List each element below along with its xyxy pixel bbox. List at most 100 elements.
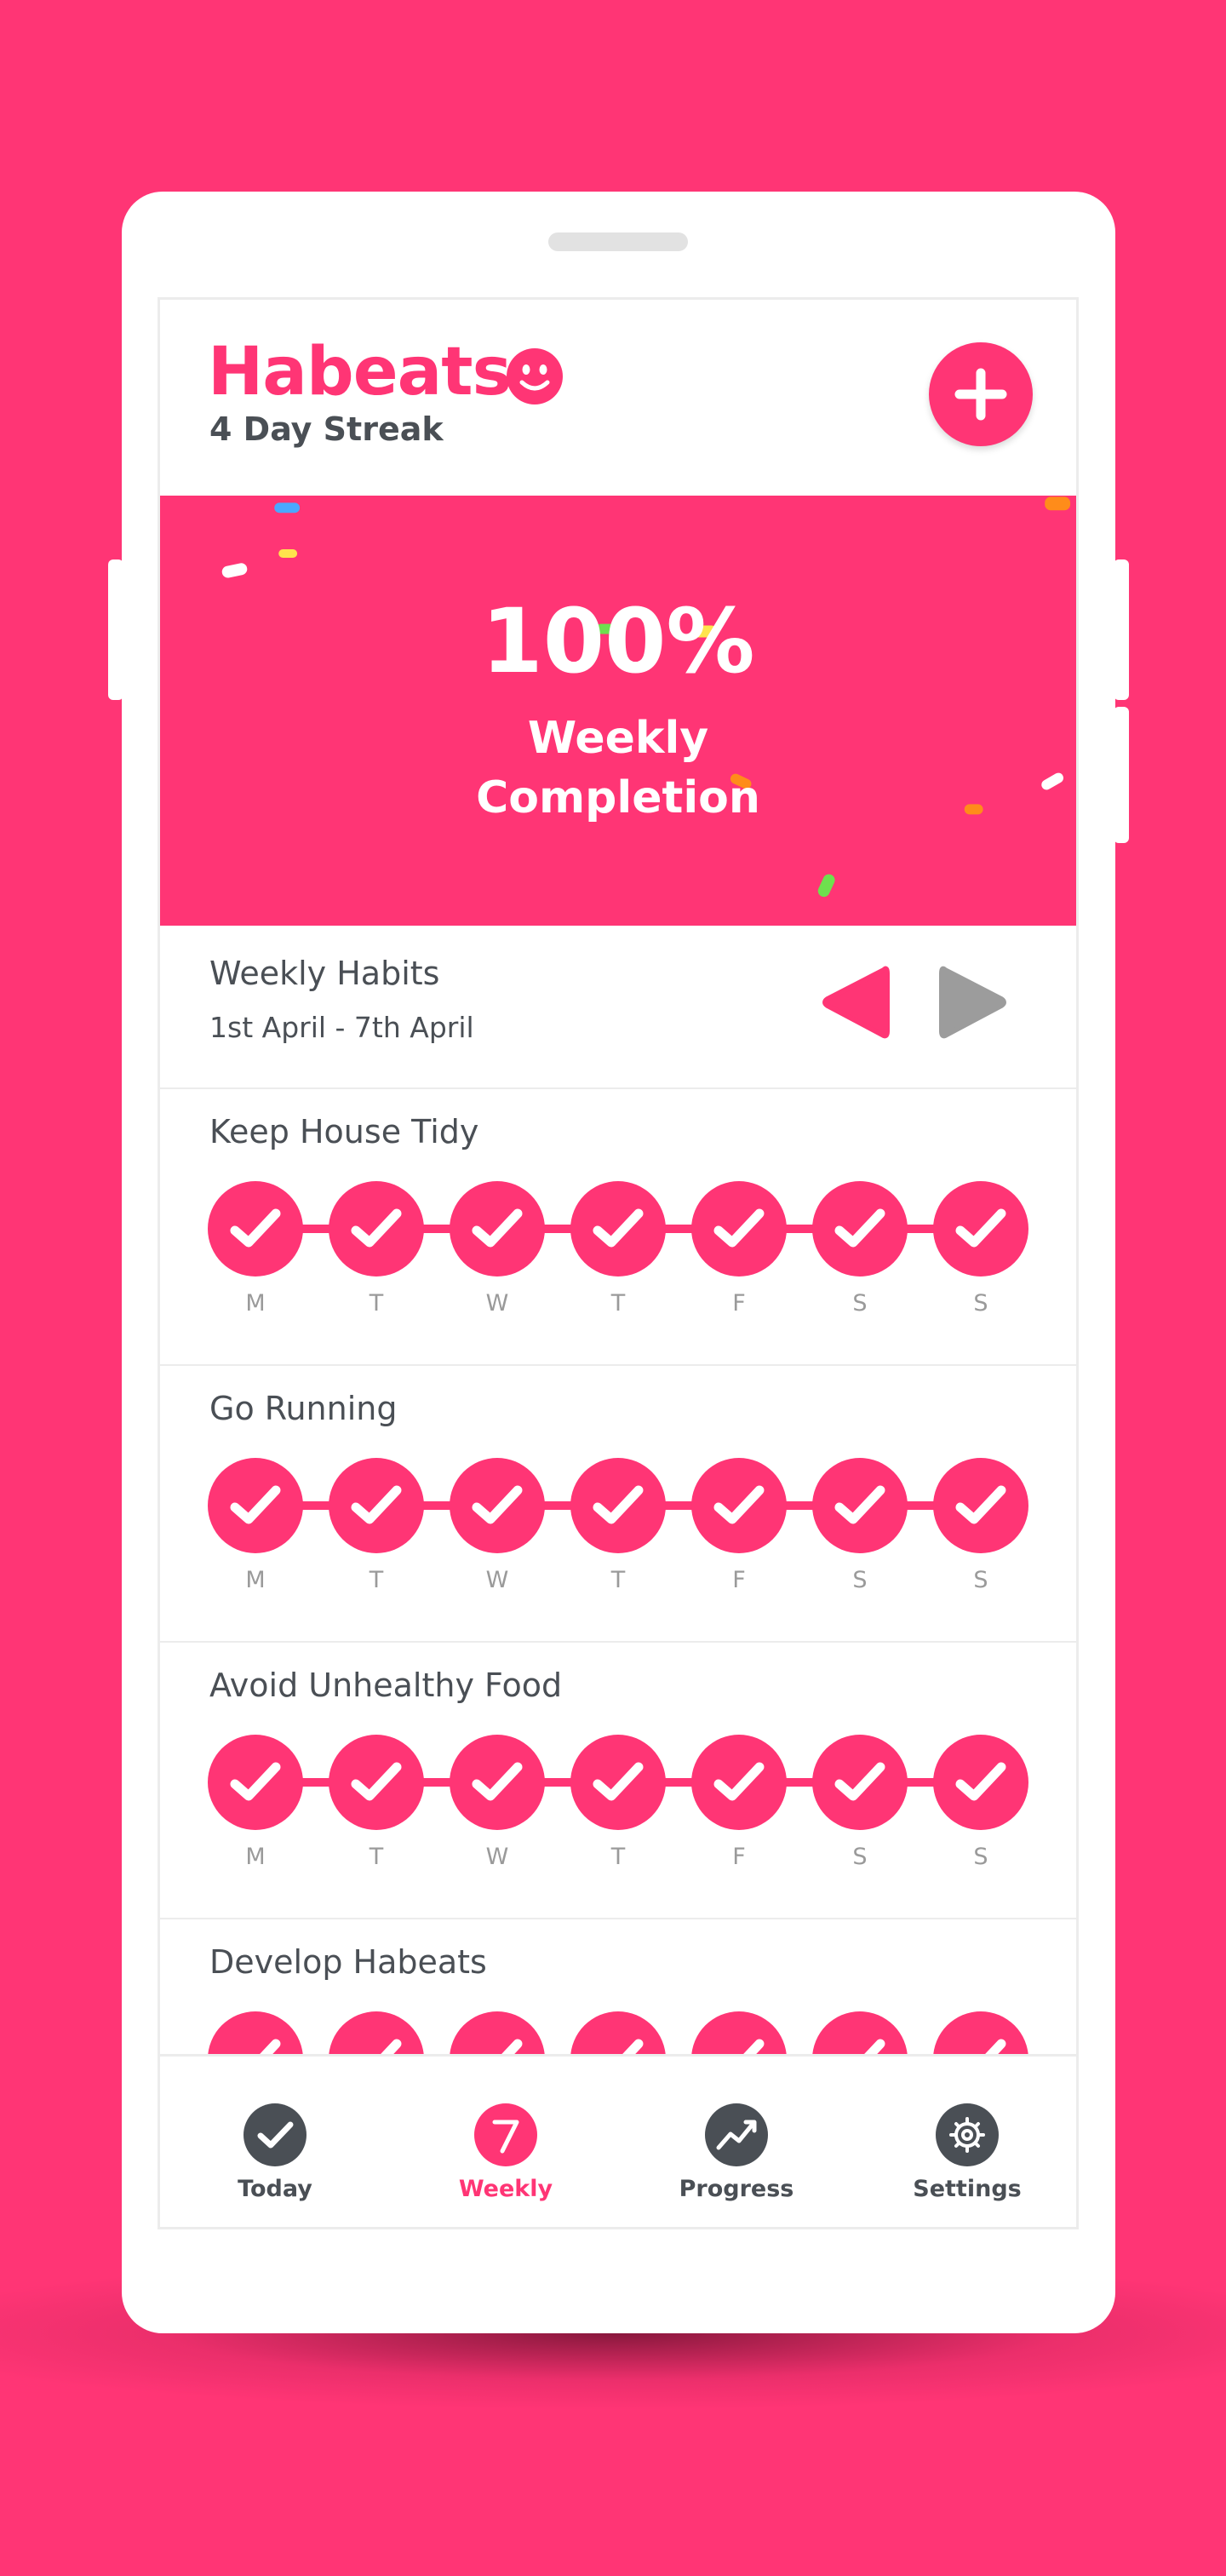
tab-progress[interactable]: Progress xyxy=(622,2057,851,2227)
day-label: S xyxy=(852,1290,868,1317)
app-logo: Habeats xyxy=(208,334,512,410)
completion-banner: 100% Weekly Completion xyxy=(160,496,1076,926)
day-label: T xyxy=(369,1290,384,1317)
day-label: S xyxy=(973,1567,988,1593)
day-label: W xyxy=(485,1844,509,1870)
habit-row: Keep House Tidy M T W T F S S xyxy=(160,1087,1076,1366)
check-icon xyxy=(713,1208,765,1248)
day-checkbox[interactable] xyxy=(933,1735,1028,1830)
day-checkbox[interactable] xyxy=(691,1735,787,1830)
check-icon xyxy=(593,1208,644,1248)
check-icon xyxy=(834,1208,885,1248)
day-label: W xyxy=(485,1290,509,1317)
check-icon xyxy=(955,1485,1006,1524)
day-label: T xyxy=(610,1567,626,1593)
day-checkbox[interactable] xyxy=(691,1181,787,1277)
day-label: M xyxy=(245,1844,266,1870)
completion-caption-line1: Weekly xyxy=(527,713,709,764)
day-label: S xyxy=(852,1567,868,1593)
week-title: Weekly Habits xyxy=(209,955,440,992)
week-navigation: Weekly Habits 1st April - 7th April xyxy=(160,926,1076,1089)
day-label: F xyxy=(732,1567,746,1593)
check-icon xyxy=(472,1208,523,1248)
day-checkbox[interactable] xyxy=(570,1181,666,1277)
phone-side-button-right-top xyxy=(1114,559,1129,700)
check-icon xyxy=(593,1762,644,1801)
tab-weekly[interactable]: Weekly xyxy=(391,2057,621,2227)
habit-row: Avoid Unhealthy Food M T W T F S S xyxy=(160,1641,1076,1919)
day-checkbox[interactable] xyxy=(450,1181,545,1277)
tab-label-weekly: Weekly xyxy=(458,2176,553,2202)
day-label: M xyxy=(245,1567,266,1593)
check-icon xyxy=(230,1485,281,1524)
check-icon xyxy=(955,1208,1006,1248)
day-checkbox[interactable] xyxy=(329,1735,424,1830)
check-icon xyxy=(243,2103,306,2166)
habit-name: Avoid Unhealthy Food xyxy=(209,1667,563,1704)
add-habit-button[interactable] xyxy=(929,342,1033,446)
day-checkbox[interactable] xyxy=(329,1458,424,1553)
day-label: T xyxy=(369,1567,384,1593)
trend-icon xyxy=(705,2103,768,2166)
phone-side-button-right-bottom xyxy=(1114,707,1129,843)
day-label: F xyxy=(732,1844,746,1870)
check-icon xyxy=(713,1762,765,1801)
day-checkbox[interactable] xyxy=(812,1735,908,1830)
check-icon xyxy=(834,1485,885,1524)
day-checkbox[interactable] xyxy=(570,1735,666,1830)
habit-name: Keep House Tidy xyxy=(209,1113,479,1150)
day-label: S xyxy=(852,1844,868,1870)
day-checkbox[interactable] xyxy=(812,1181,908,1277)
tab-today[interactable]: Today xyxy=(160,2057,390,2227)
habit-name: Develop Habeats xyxy=(209,1943,487,1981)
completion-percent: 100% xyxy=(481,589,755,693)
previous-week-arrow-icon[interactable] xyxy=(817,960,894,1045)
day-checkbox[interactable] xyxy=(208,1458,303,1553)
next-week-arrow-icon[interactable] xyxy=(935,960,1011,1045)
completion-caption: Weekly Completion xyxy=(160,709,1076,828)
app-screen: Habeats 4 Day Streak 100% Weekly Complet… xyxy=(158,297,1079,2229)
day-checkbox[interactable] xyxy=(933,1458,1028,1553)
app-header: Habeats 4 Day Streak xyxy=(160,300,1076,496)
day-checkbox[interactable] xyxy=(933,1181,1028,1277)
gear-icon xyxy=(936,2103,999,2166)
tab-label-progress: Progress xyxy=(679,2176,794,2202)
bottom-tab-bar: Today Weekly Progress Settings xyxy=(160,2054,1076,2227)
check-icon xyxy=(230,1208,281,1248)
check-icon xyxy=(351,1762,402,1801)
day-checkbox[interactable] xyxy=(450,1735,545,1830)
phone-speaker xyxy=(548,232,688,251)
plus-icon xyxy=(954,368,1007,421)
habit-row: Go Running M T W T F S S xyxy=(160,1364,1076,1643)
day-checkbox[interactable] xyxy=(208,1181,303,1277)
tab-settings[interactable]: Settings xyxy=(852,2057,1076,2227)
check-icon xyxy=(593,1485,644,1524)
day-label: T xyxy=(610,1290,626,1317)
day-checkbox[interactable] xyxy=(208,1735,303,1830)
check-icon xyxy=(472,1485,523,1524)
completion-caption-line2: Completion xyxy=(476,772,760,823)
day-label: S xyxy=(973,1844,988,1870)
check-icon xyxy=(230,1762,281,1801)
check-icon xyxy=(955,1762,1006,1801)
day-label: M xyxy=(245,1290,266,1317)
tab-label-settings: Settings xyxy=(913,2176,1022,2202)
day-label: S xyxy=(973,1290,988,1317)
streak-label: 4 Day Streak xyxy=(209,410,444,448)
check-icon xyxy=(351,1208,402,1248)
day-checkbox[interactable] xyxy=(812,1458,908,1553)
day-label: W xyxy=(485,1567,509,1593)
check-icon xyxy=(713,1485,765,1524)
tab-label-today: Today xyxy=(238,2176,312,2202)
week-date-range: 1st April - 7th April xyxy=(209,1011,474,1044)
day-checkbox[interactable] xyxy=(691,1458,787,1553)
check-icon xyxy=(472,1762,523,1801)
check-icon xyxy=(834,1762,885,1801)
seven-icon xyxy=(474,2103,537,2166)
smiley-icon xyxy=(507,348,563,404)
day-checkbox[interactable] xyxy=(329,1181,424,1277)
check-icon xyxy=(351,1485,402,1524)
day-checkbox[interactable] xyxy=(450,1458,545,1553)
day-checkbox[interactable] xyxy=(570,1458,666,1553)
phone-frame: Habeats 4 Day Streak 100% Weekly Complet… xyxy=(122,192,1115,2333)
